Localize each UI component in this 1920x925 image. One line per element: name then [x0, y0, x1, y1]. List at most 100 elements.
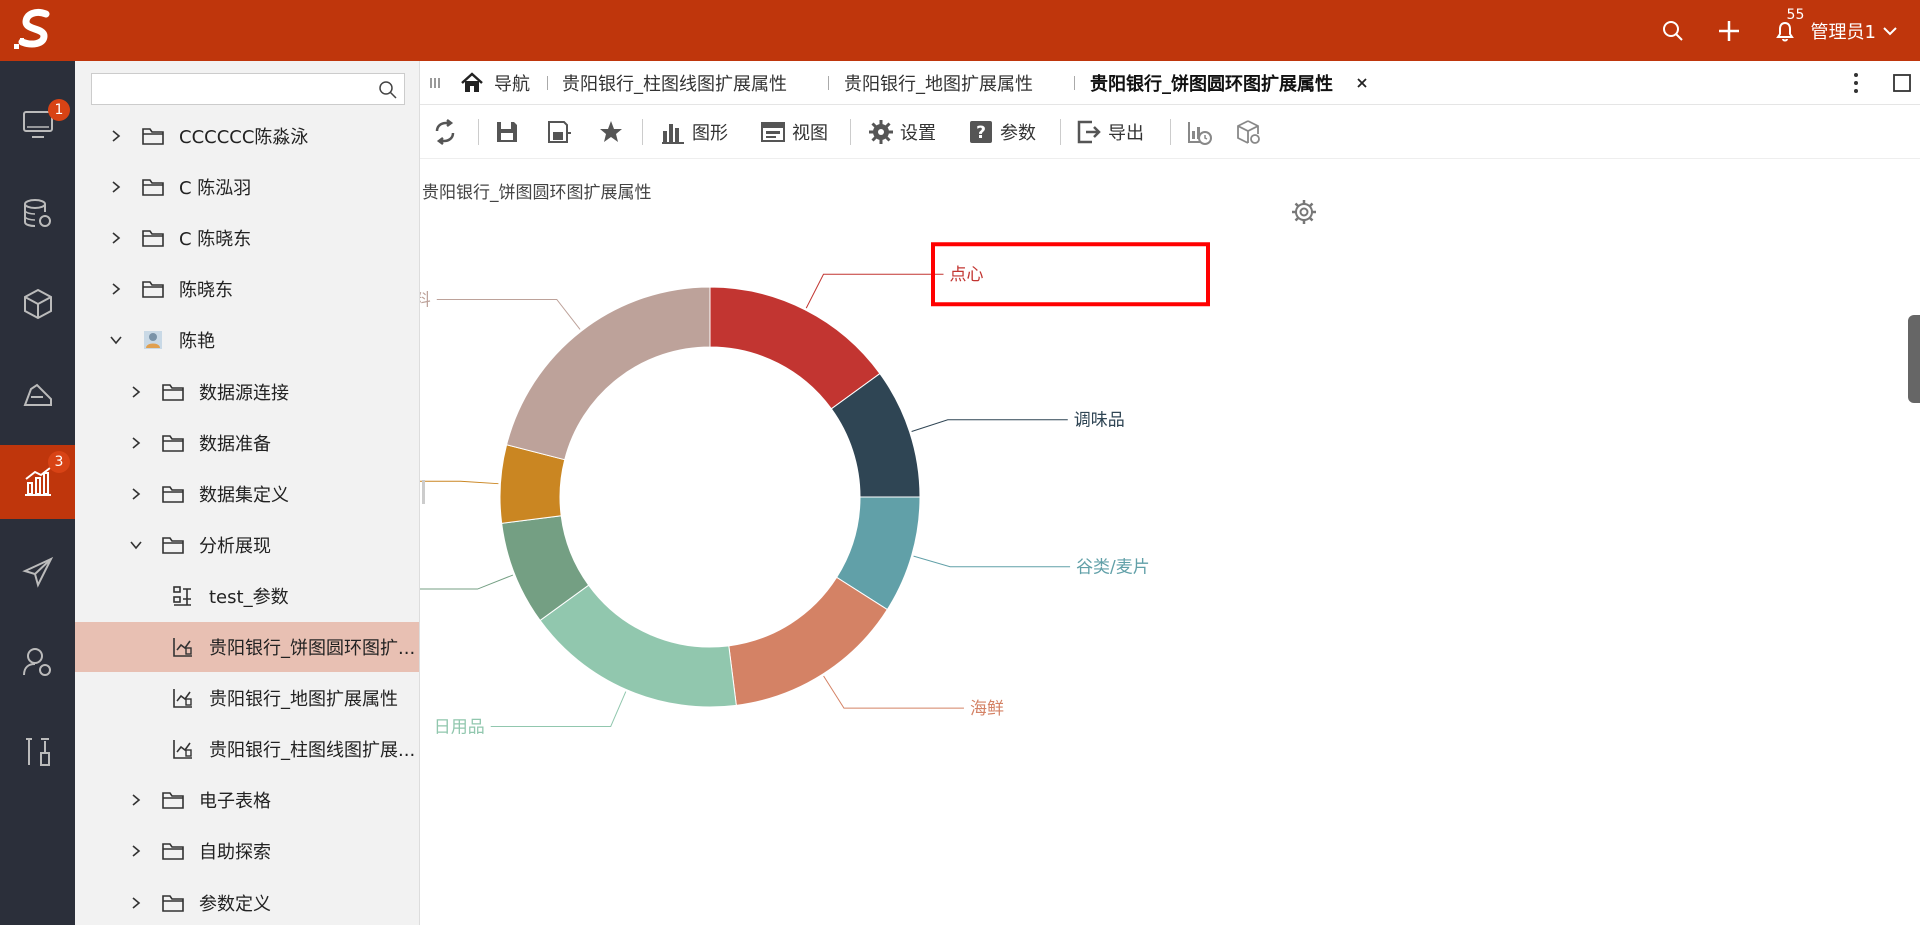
donut-chart[interactable]: 点心调味品谷类/麦片海鲜日用品肉/家禽特制品饮料 [420, 160, 1820, 920]
tree-row-folder[interactable]: C 陈泓羽 [75, 162, 419, 212]
more-options[interactable] [1852, 61, 1860, 105]
nav-datasource[interactable] [0, 177, 75, 251]
tree-row-folder[interactable]: 分析展现 [75, 520, 419, 570]
params-button[interactable]: ? 参数 [968, 117, 1036, 147]
view-button[interactable]: 视图 [760, 117, 828, 147]
chevron-right-icon[interactable] [109, 282, 123, 296]
add-icon[interactable] [1717, 19, 1741, 43]
user-gear-icon [22, 648, 51, 676]
tab-bar-line-chart[interactable]: 贵阳银行_柱图线图扩展属性 [562, 61, 787, 105]
chart-report-icon [173, 638, 192, 657]
layers-icon [23, 383, 52, 406]
tree-row-report[interactable]: test_参数 [75, 571, 419, 621]
schedule-button[interactable] [1186, 117, 1218, 147]
bell-icon[interactable]: 55 [1773, 7, 1804, 43]
chevron-right-icon[interactable] [109, 231, 123, 245]
tree-row-label: 陈晓东 [179, 280, 233, 302]
chevron-down-icon[interactable] [129, 538, 143, 552]
logo-icon[interactable] [12, 8, 60, 52]
tree-row-folder[interactable]: C 陈晓东 [75, 213, 419, 263]
view-button-label: 视图 [792, 123, 828, 144]
star-icon [600, 121, 622, 142]
nav-tools[interactable] [0, 715, 75, 789]
top-bar: 55 管理员1 [0, 0, 1920, 61]
cube-link-icon [1237, 120, 1260, 144]
user-avatar-icon [144, 331, 162, 350]
slice-label: 点心 [949, 265, 983, 285]
donut-slice[interactable] [709, 286, 881, 410]
tree-row-label: 数据准备 [199, 433, 271, 455]
tree-row-label: 贵阳银行_饼图圆环图扩... [209, 638, 416, 659]
donut-slice[interactable] [728, 576, 888, 706]
refresh-button[interactable] [432, 117, 464, 147]
tree-row-folder[interactable]: 参数定义 [75, 878, 419, 925]
tree-row-folder[interactable]: 数据准备 [75, 418, 419, 468]
settings-button[interactable]: 设置 [868, 117, 936, 147]
nav-analysis[interactable]: 3 [0, 445, 75, 519]
chevron-right-icon[interactable] [129, 385, 143, 399]
nav-layers[interactable] [0, 357, 75, 431]
search-icon[interactable] [1661, 19, 1685, 43]
chevron-right-icon[interactable] [129, 487, 143, 501]
bar-chart-icon [662, 124, 684, 144]
tree-row-folder[interactable]: 电子表格 [75, 775, 419, 825]
tree-row-folder[interactable]: 自助探索 [75, 826, 419, 876]
tree-search-input[interactable] [91, 73, 405, 105]
tree-row-report[interactable]: 贵阳银行_地图扩展属性 [75, 673, 419, 723]
leader-line [823, 675, 964, 709]
tree-row-folder[interactable]: 陈晓东 [75, 264, 419, 314]
user-name: 管理员1 [1810, 21, 1876, 43]
report-toolbar: 图形 视图 设置 ? 参数 导出 [420, 105, 1920, 159]
tree-row-folder[interactable]: CCCCCC陈淼泳 [75, 111, 419, 161]
chevron-right-icon[interactable] [129, 793, 143, 807]
nav-cube[interactable] [0, 267, 75, 341]
chevron-down-icon[interactable] [109, 333, 123, 347]
close-icon[interactable] [1355, 76, 1369, 90]
nav-badge: 1 [48, 99, 70, 121]
slice-label: 谷类/麦片 [1076, 558, 1150, 578]
tab-list-toggle[interactable] [428, 61, 442, 105]
leader-line [420, 480, 499, 485]
folder-icon [162, 843, 184, 861]
menu-bars-icon [430, 78, 440, 88]
tree-row-label: 电子表格 [199, 791, 271, 813]
chevron-right-icon[interactable] [129, 844, 143, 858]
tab-pie-donut[interactable]: 贵阳银行_饼图圆环图扩展属性 [1090, 61, 1369, 105]
leader-line [911, 419, 1068, 432]
user-menu[interactable]: 管理员1 [1811, 18, 1898, 44]
chart-button[interactable]: 图形 [660, 117, 728, 147]
toolbar-divider [642, 119, 643, 145]
refresh-icon [435, 119, 455, 145]
side-drawer-handle[interactable] [1908, 315, 1920, 403]
cube-link-button[interactable] [1236, 117, 1268, 147]
nav-user-settings[interactable] [0, 625, 75, 699]
favorite-button[interactable] [598, 117, 630, 147]
tree-row-label: C 陈晓东 [179, 229, 252, 251]
tree-row-report[interactable]: 贵阳银行_饼图圆环图扩... [75, 622, 419, 672]
report-canvas: 贵阳银行_饼图圆环图扩展属性 点心调味品谷类/麦片海鲜日用品肉/家禽特制品饮料 [420, 160, 1920, 925]
search-icon[interactable] [378, 80, 398, 100]
export-button[interactable]: 导出 [1076, 117, 1144, 147]
donut-slice[interactable] [505, 286, 711, 461]
save-button[interactable] [494, 117, 526, 147]
tab-navigation[interactable]: 导航 [460, 61, 530, 105]
maximize-button[interactable] [1892, 61, 1912, 105]
chevron-right-icon[interactable] [109, 129, 123, 143]
chevron-right-icon[interactable] [129, 436, 143, 450]
tab-map[interactable]: 贵阳银行_地图扩展属性 [844, 61, 1033, 105]
nav-send[interactable] [0, 535, 75, 609]
save-as-button[interactable] [546, 117, 578, 147]
folder-icon [162, 434, 184, 452]
tree-row-report[interactable]: 贵阳银行_柱图线图扩展... [75, 724, 419, 774]
tree-row-user[interactable]: 陈艳 [75, 315, 419, 365]
split-handle[interactable] [422, 480, 425, 504]
tab-label: 贵阳银行_柱图线图扩展属性 [562, 74, 787, 95]
tab-bar: 导航 贵阳银行_柱图线图扩展属性 贵阳银行_地图扩展属性 贵阳银行_饼图圆环图扩… [420, 61, 1920, 105]
donut-slice[interactable] [539, 584, 737, 708]
folder-icon [142, 230, 164, 247]
chevron-right-icon[interactable] [109, 180, 123, 194]
tree-row-folder[interactable]: 数据集定义 [75, 469, 419, 519]
chevron-right-icon[interactable] [129, 896, 143, 910]
nav-monitor[interactable]: 1 [0, 87, 75, 161]
tree-row-folder[interactable]: 数据源连接 [75, 367, 419, 417]
